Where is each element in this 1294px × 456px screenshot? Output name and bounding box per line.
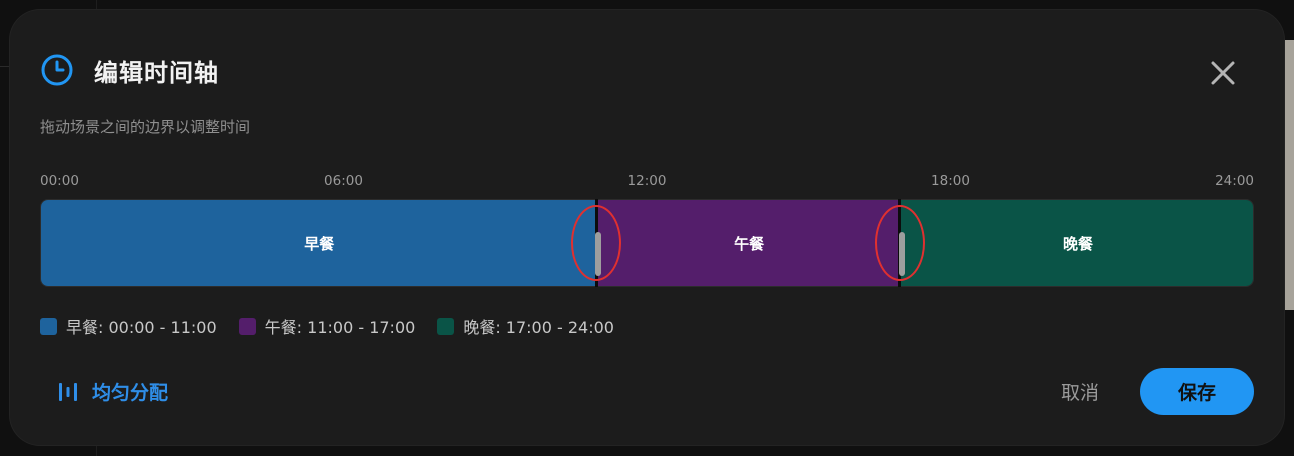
time-tick-label: 00:00 (40, 173, 79, 189)
legend-item: 午餐: 11:00 - 17:00 (238, 314, 416, 338)
legend-label: 午餐: 11:00 - 17:00 (264, 318, 416, 337)
save-button[interactable]: 保存 (1140, 368, 1254, 415)
boundary-drag-handle[interactable] (898, 232, 905, 276)
timeline-segment-label: 晚餐 (1062, 234, 1093, 253)
timeline-bar: 早餐 午餐 晚餐 (40, 199, 1254, 287)
timeline-segment[interactable]: 晚餐 (900, 200, 1253, 286)
distribute-evenly-label: 均匀分配 (92, 382, 169, 404)
dialog-subtitle: 拖动场景之间的边界以调整时间 (40, 118, 251, 136)
timeline-segment[interactable]: 午餐 (597, 200, 901, 286)
timeline-legend: 早餐: 00:00 - 11:00 午餐: 11:00 - 17:00 晚餐: 17… (40, 314, 636, 338)
legend-item: 早餐: 00:00 - 11:00 (40, 314, 217, 338)
legend-swatch (437, 317, 455, 335)
time-tick-label: 18:00 (931, 173, 970, 189)
cancel-button[interactable]: 取消 (1040, 378, 1120, 408)
edit-timeline-dialog: 编辑时间轴 拖动场景之间的边界以调整时间 00:00 06:00 12:00 18:0… (10, 10, 1284, 445)
distribute-icon (59, 382, 77, 401)
boundary-drag-handle[interactable] (595, 232, 602, 276)
time-tick-label: 24:00 (1215, 173, 1254, 189)
timeline-segment-label: 早餐 (304, 234, 335, 253)
close-icon[interactable] (1206, 56, 1240, 90)
dialog-header: 编辑时间轴 (40, 54, 219, 87)
timeline-segment-label: 午餐 (734, 234, 765, 253)
clock-icon (41, 54, 73, 86)
dialog-title: 编辑时间轴 (94, 58, 219, 87)
legend-swatch (238, 317, 256, 335)
legend-item: 晚餐: 17:00 - 24:00 (437, 314, 614, 338)
legend-label: 早餐: 00:00 - 11:00 (66, 318, 217, 337)
timeline-segment[interactable]: 早餐 (41, 200, 598, 286)
legend-swatch (40, 317, 57, 335)
legend-label: 晚餐: 17:00 - 24:00 (463, 318, 614, 337)
time-tick-label: 12:00 (627, 173, 667, 189)
distribute-evenly-button[interactable]: 均匀分配 (56, 378, 168, 405)
time-tick-label: 06:00 (324, 173, 363, 189)
